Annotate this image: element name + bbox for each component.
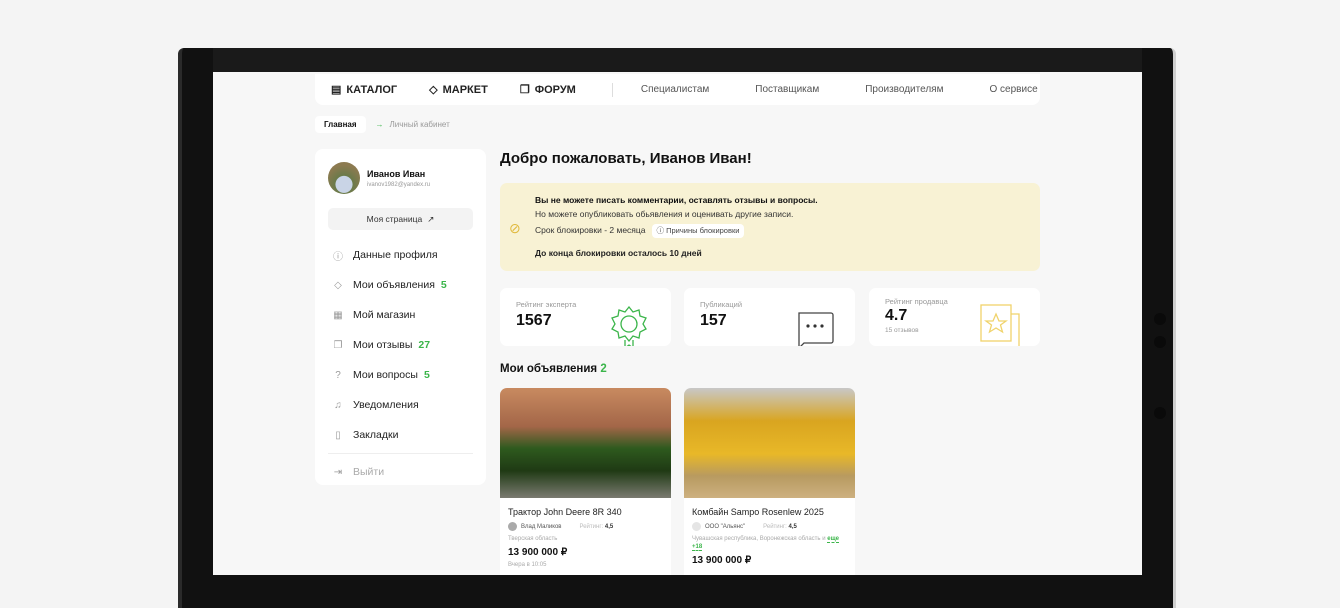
shop-icon: ▦ <box>333 309 343 321</box>
listing-price: 13 900 000 ₽ <box>508 547 568 558</box>
seller-avatar <box>692 522 701 531</box>
my-page-button[interactable]: Моя страница ↗ <box>328 208 473 230</box>
block-reasons-label: Причины блокировки <box>666 226 740 235</box>
nav-manufacturers[interactable]: Производителям <box>865 84 943 95</box>
reviews-icon: ❐ <box>333 339 343 351</box>
stat-label: Публикаций <box>700 300 743 309</box>
page-title: Добро пожаловать, Иванов Иван! <box>500 150 752 167</box>
question-icon: ? <box>335 369 341 381</box>
listing-card[interactable]: Трактор John Deere 8R 340 Влад Маликов Ре… <box>500 388 671 575</box>
sidebar-item-profile[interactable]: ⓘ Данные профиля <box>328 240 473 270</box>
sidebar-item-label: Закладки <box>353 429 399 441</box>
sidebar: Иванов Иван ivanov1982@yandex.ru Моя стра… <box>315 149 486 485</box>
forum-icon: ❐ <box>519 84 530 96</box>
block-remaining: До конца блокировки осталось 10 дней <box>535 248 702 258</box>
nav-forum[interactable]: ❐ ФОРУМ <box>519 83 576 97</box>
stat-seller-rating: Рейтинг продавца 4.7 15 отзывов <box>869 288 1040 346</box>
sidebar-item-label: Данные профиля <box>353 249 438 261</box>
my-page-label: Моя страница <box>366 214 423 224</box>
sidebar-item-bookmarks[interactable]: ▯ Закладки <box>328 420 473 450</box>
top-nav: ▤ КАТАЛОГ ◇ МАРКЕТ ❐ ФОРУМ Специалистам Пос… <box>315 74 1040 105</box>
nav-divider <box>611 82 613 97</box>
rating-value: 4,5 <box>604 523 614 530</box>
breadcrumb-home[interactable]: Главная <box>315 116 366 133</box>
listing-title: Трактор John Deere 8R 340 <box>508 507 622 517</box>
sidebar-item-questions[interactable]: ? Мои вопросы 5 <box>328 360 473 390</box>
device-button <box>1154 313 1166 325</box>
market-icon: ◇ <box>334 279 342 291</box>
listing-title: Комбайн Sampo Rosenlew 2025 <box>692 507 824 517</box>
listing-photo <box>684 388 855 498</box>
device-button <box>1154 336 1166 348</box>
sidebar-item-label: Мои объявления <box>353 279 435 291</box>
chat-icon <box>798 312 834 346</box>
listing-date: Вчера в 10:05 <box>508 562 547 568</box>
block-alert: ⊘ Вы не можете писать комментарии, остав… <box>500 183 1040 271</box>
sidebar-item-label: Мои отзывы <box>353 339 413 351</box>
listing-card[interactable]: Комбайн Sampo Rosenlew 2025 ООО "Альянс"… <box>684 388 855 575</box>
screen: ▤ КАТАЛОГ ◇ МАРКЕТ ❐ ФОРУМ Специалистам Пос… <box>213 72 1142 575</box>
nav-suppliers[interactable]: Поставщикам <box>755 84 819 95</box>
user-name: Иванов Иван <box>367 168 426 179</box>
sidebar-item-reviews[interactable]: ❐ Мои отзывы 27 <box>328 330 473 360</box>
stat-expert-rating: Рейтинг эксперта 1567 <box>500 288 671 346</box>
rating-label: Рейтинг: <box>579 523 604 530</box>
avatar <box>328 162 360 194</box>
bookmark-icon: ▯ <box>335 429 341 441</box>
listings-count: 2 <box>600 363 607 375</box>
block-reasons-button[interactable]: ⓘ Причины блокировки <box>651 224 745 238</box>
nav-specialists[interactable]: Специалистам <box>641 84 709 95</box>
seller-avatar <box>508 522 517 531</box>
sidebar-item-shop[interactable]: ▦ Мой магазин <box>328 300 473 330</box>
external-link-icon: ↗ <box>427 213 435 224</box>
count-badge: 5 <box>423 369 430 381</box>
rating-value: 4,5 <box>788 523 797 530</box>
logout-button[interactable]: ⇥ Выйти <box>328 457 473 487</box>
rating-label: Рейтинг: <box>763 523 787 530</box>
info-icon: ⓘ <box>333 251 343 263</box>
stat-publications: Публикаций 157 <box>684 288 855 346</box>
listing-region: Чувашская республика, Воронежская област… <box>692 536 826 542</box>
logout-label: Выйти <box>353 466 385 478</box>
breadcrumb-current: Личный кабинет <box>389 120 450 129</box>
bell-icon: ♫ <box>334 399 342 411</box>
nav-about[interactable]: О сервисе <box>989 84 1037 95</box>
seller-name: ООО "Альянс" <box>705 523 746 530</box>
user-info: Иванов Иван ivanov1982@yandex.ru <box>328 162 473 194</box>
sidebar-item-label: Мой магазин <box>353 309 416 321</box>
nav-market[interactable]: ◇ МАРКЕТ <box>429 83 488 97</box>
logout-icon: ⇥ <box>333 466 343 478</box>
alert-heading: Вы не можете писать комментарии, оставля… <box>535 195 818 205</box>
catalog-icon: ▤ <box>331 84 342 96</box>
listing-price: 13 900 000 ₽ <box>692 555 752 566</box>
blocked-icon: ⊘ <box>509 220 521 236</box>
breadcrumb: Главная → Личный кабинет <box>315 116 450 133</box>
device-button <box>1154 407 1166 419</box>
device-top-bezel <box>213 48 1142 72</box>
listing-region: Тверская область <box>508 536 558 542</box>
alert-text: Но можете опубликовать обьявления и оцен… <box>535 209 794 219</box>
block-term: Срок блокировки - 2 месяца <box>535 225 646 235</box>
sidebar-item-listings[interactable]: ◇ Мои объявления 5 <box>328 270 473 300</box>
seller-name: Влад Маликов <box>521 523 562 530</box>
divider <box>328 453 473 454</box>
badge-icon <box>611 306 647 346</box>
listings-title: Мои объявления <box>500 363 598 375</box>
star-certificate-icon <box>980 304 1020 346</box>
arrow-right-icon: → <box>375 120 384 129</box>
count-badge: 27 <box>418 339 431 351</box>
nav-catalog[interactable]: ▤ КАТАЛОГ <box>331 83 397 97</box>
listings-heading: Мои объявления 2 <box>500 363 607 375</box>
listing-photo <box>500 388 671 498</box>
sidebar-menu: ⓘ Данные профиля ◇ Мои объявления 5 ▦ Мой ма… <box>328 240 473 487</box>
user-email: ivanov1982@yandex.ru <box>367 181 431 188</box>
count-badge: 5 <box>440 279 447 291</box>
sidebar-item-notifications[interactable]: ♫ Уведомления <box>328 390 473 420</box>
sidebar-item-label: Мои вопросы <box>353 369 418 381</box>
market-icon: ◇ <box>429 84 438 96</box>
sidebar-item-label: Уведомления <box>353 399 419 411</box>
